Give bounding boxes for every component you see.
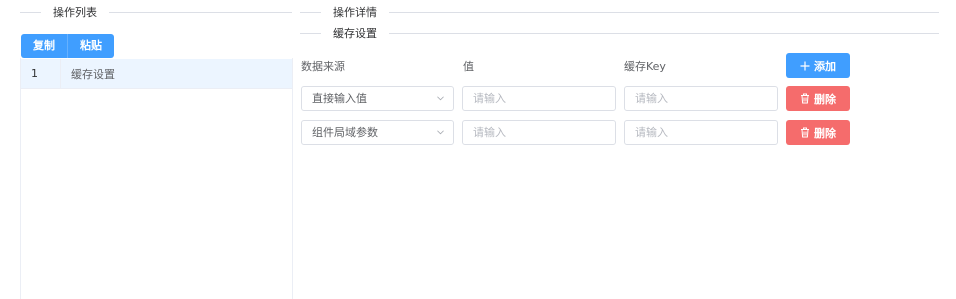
trash-icon: [801, 127, 809, 138]
paste-button[interactable]: 粘贴: [68, 34, 114, 58]
column-header-key: 缓存Key: [624, 60, 666, 73]
list-item-name: 缓存设置: [71, 67, 115, 81]
column-header-value: 值: [463, 60, 474, 73]
cache-key-input[interactable]: [624, 86, 778, 111]
delete-button-label: 删除: [814, 93, 836, 106]
chevron-down-icon: [437, 96, 444, 101]
left-section-title: 操作列表: [41, 6, 109, 20]
sub-divider-line: [300, 33, 939, 34]
right-divider-line: [300, 12, 939, 13]
add-button[interactable]: 添加: [786, 53, 850, 78]
add-button-label: 添加: [814, 60, 836, 73]
value-input[interactable]: [462, 120, 616, 145]
copy-button[interactable]: 复制: [21, 34, 68, 58]
delete-button[interactable]: 删除: [786, 86, 850, 111]
source-select-value: 组件局域参数: [312, 126, 378, 139]
list-item-index: 1: [21, 59, 61, 88]
source-select-value: 直接输入值: [312, 92, 367, 105]
sub-section-title: 缓存设置: [321, 27, 389, 41]
trash-icon: [801, 93, 809, 104]
value-input[interactable]: [462, 86, 616, 111]
source-select[interactable]: 组件局域参数: [301, 120, 454, 145]
delete-button[interactable]: 删除: [786, 120, 850, 145]
operation-list-panel: [20, 58, 293, 299]
right-section-title: 操作详情: [321, 6, 389, 20]
plus-icon: [800, 61, 810, 70]
copy-paste-group: 复制 粘贴: [21, 34, 114, 58]
chevron-down-icon: [437, 130, 444, 135]
column-header-source: 数据来源: [301, 60, 345, 73]
cache-key-input[interactable]: [624, 120, 778, 145]
list-item[interactable]: 1 缓存设置: [21, 59, 292, 89]
delete-button-label: 删除: [814, 127, 836, 140]
source-select[interactable]: 直接输入值: [301, 86, 454, 111]
